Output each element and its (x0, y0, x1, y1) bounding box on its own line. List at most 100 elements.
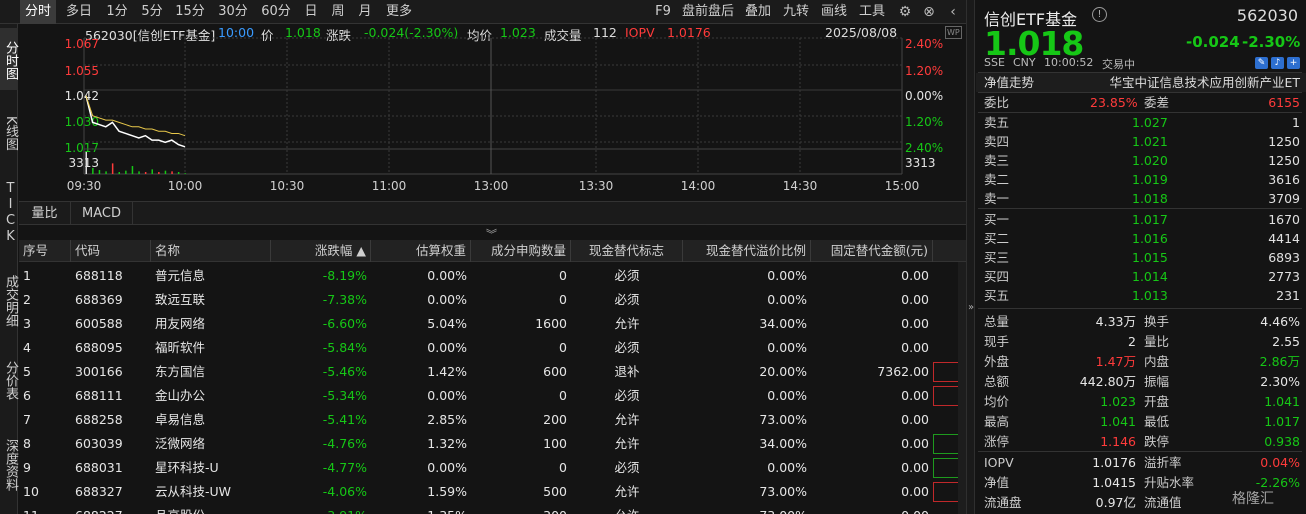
table-row[interactable]: 8 603039 泛微网络 -4.76% 1.32% 100 允许 34.00% 0.00 (19, 432, 966, 456)
tab-month[interactable]: 月 (354, 0, 376, 24)
edit-icon[interactable]: ✎ (1255, 57, 1268, 69)
tab-day[interactable]: 日 (300, 0, 322, 24)
stat-label: 最高 (984, 414, 1010, 429)
stat-label: 溢折率 (1144, 455, 1182, 470)
th-subscribe-qty[interactable]: 成分申购数量 (471, 240, 571, 262)
th-code[interactable]: 代码 (71, 240, 151, 262)
bids-level[interactable]: 买四 1.014 2773 (976, 267, 1306, 286)
overlay-button[interactable]: 叠加 (742, 0, 774, 24)
close-circle-icon[interactable]: ⊗ (920, 3, 938, 21)
pre-post-market-button[interactable]: 盘前盘后 (680, 0, 736, 24)
stat-label: 内盘 (1144, 354, 1170, 369)
period-toolbar: 分时 多日 1分 5分 15分 30分 60分 日 周 月 更多 F9 盘前盘后… (0, 0, 966, 24)
volume-bar (85, 152, 87, 174)
table-row[interactable]: 1 688118 普元信息 -8.19% 0.00% 0 必须 0.00% 0.00 (19, 264, 966, 288)
cell-fixed-amount: 0.00 (901, 412, 929, 427)
add-icon[interactable]: + (1287, 57, 1300, 69)
nav-tick[interactable]: TICK (0, 174, 18, 252)
nav-price-table[interactable]: 分价表 (0, 350, 18, 410)
nav-depth-info[interactable]: 深度资料 (0, 424, 18, 506)
table-row[interactable]: 10 688327 云从科技-UW -4.06% 1.59% 500 允许 73.00% 0.0… (19, 480, 966, 504)
cell-weight: 1.32% (427, 436, 467, 451)
tab-5min[interactable]: 5分 (137, 0, 167, 24)
cell-subscribe-qty: 0 (559, 268, 567, 283)
level-volume: 3709 (1268, 191, 1300, 206)
bids-level[interactable]: 买五 1.013 231 (976, 286, 1306, 305)
th-cash-premium[interactable]: 现金替代溢价比例 (683, 240, 811, 262)
th-change-pct[interactable]: 涨跌幅 ▲ (271, 240, 371, 262)
bids-level[interactable]: 买二 1.016 4414 (976, 229, 1306, 248)
level-volume: 231 (1276, 288, 1300, 303)
asks-level[interactable]: 卖三 1.020 1250 (976, 151, 1306, 170)
tab-multi-day[interactable]: 多日 (61, 0, 97, 24)
stat-value: 4.46% (1260, 314, 1300, 329)
table-row[interactable]: 4 688095 福昕软件 -5.84% 0.00% 0 必须 0.00% 0.00 (19, 336, 966, 360)
tab-1min[interactable]: 1分 (102, 0, 132, 24)
stat-label: 流通盘 (984, 495, 1022, 510)
tab-more[interactable]: 更多 (382, 0, 416, 24)
stat-label: 总量 (984, 314, 1010, 329)
cell-index: 2 (23, 292, 31, 307)
panel-splitter[interactable]: » (966, 0, 975, 514)
chevron-left-icon[interactable]: ‹ (944, 3, 962, 21)
bell-icon[interactable]: ♪ (1271, 57, 1284, 69)
asks-level[interactable]: 卖五 1.027 1 (976, 113, 1306, 132)
cell-code: 688095 (75, 340, 123, 355)
tab-macd[interactable]: MACD (71, 202, 133, 225)
stat-label: 流通值 (1144, 495, 1182, 510)
th-name[interactable]: 名称 (151, 240, 271, 262)
table-scrollbar[interactable] (958, 262, 966, 514)
info-icon[interactable]: ! (1092, 7, 1107, 22)
cell-cash-flag: 必须 (614, 460, 640, 475)
cell-code: 688258 (75, 412, 123, 427)
nav-trade-detail[interactable]: 成交明细 (0, 260, 18, 342)
f9-button[interactable]: F9 (652, 0, 674, 24)
nav-k-line[interactable]: K线图 (0, 102, 18, 164)
nine-turn-button[interactable]: 九转 (780, 0, 812, 24)
table-row[interactable]: 11688227品高股份-3.91%1.35%300允许73.00%0.00 (19, 504, 966, 514)
cell-change-pct: -5.41% (322, 412, 367, 427)
asks-level[interactable]: 卖一 1.018 3709 (976, 189, 1306, 208)
asks-level[interactable]: 卖四 1.021 1250 (976, 132, 1306, 151)
table-row[interactable]: 5 300166 东方国信 -5.46% 1.42% 600 退补 20.00% 7362.00 (19, 360, 966, 384)
table-row[interactable]: 3 600588 用友网络 -6.60% 5.04% 1600 允许 34.00% 0.00 (19, 312, 966, 336)
th-fixed-amount[interactable]: 固定替代金额(元) (811, 240, 933, 262)
table-row[interactable]: 2 688369 致远互联 -7.38% 0.00% 0 必须 0.00% 0.00 (19, 288, 966, 312)
cell-fixed-amount: 7362.00 (877, 364, 929, 379)
cell-fixed-amount: 0.00 (901, 436, 929, 451)
nav-row[interactable]: 净值走势 华宝中证信息技术应用创新产业ET (976, 73, 1306, 92)
volume-bar (171, 171, 173, 174)
th-cash-sub-flag[interactable]: 现金替代标志 (571, 240, 683, 262)
tab-60min[interactable]: 60分 (257, 0, 295, 24)
tab-week[interactable]: 周 (327, 0, 349, 24)
table-row[interactable]: 6 688111 金山办公 -5.34% 0.00% 0 必须 0.00% 0.00 (19, 384, 966, 408)
level-price: 1.020 (1132, 153, 1168, 168)
tab-30min[interactable]: 30分 (214, 0, 252, 24)
stat-label: 现手 (984, 334, 1010, 349)
asks-level[interactable]: 卖二 1.019 3616 (976, 170, 1306, 189)
draw-line-button[interactable]: 画线 (818, 0, 850, 24)
th-index[interactable]: 序号 (19, 240, 71, 262)
table-row[interactable]: 9 688031 星环科技-U -4.77% 0.00% 0 必须 0.00% 0.00 (19, 456, 966, 480)
cell-cash-flag: 必须 (614, 292, 640, 307)
bids-level[interactable]: 买三 1.015 6893 (976, 248, 1306, 267)
level-label: 卖一 (984, 191, 1010, 206)
nav-intraday-chart[interactable]: 分时图 (0, 28, 18, 90)
stat-value: 1.0415 (1092, 475, 1136, 490)
cell-name: 品高股份 (151, 504, 271, 514)
stat-label: 开盘 (1144, 394, 1170, 409)
sep-5 (978, 308, 1302, 309)
th-weight[interactable]: 估算权重 (371, 240, 471, 262)
tab-15min[interactable]: 15分 (172, 0, 208, 24)
gear-icon[interactable]: ⚙ (896, 3, 914, 21)
bids-level[interactable]: 买一 1.017 1670 (976, 210, 1306, 229)
intraday-chart[interactable]: 562030[信创ETF基金] 10:00 价 1.018 涨跌 -0.024(… (19, 24, 966, 200)
tab-volume-ratio[interactable]: 量比 (19, 202, 71, 225)
collapse-chevron-icon[interactable]: » (967, 302, 975, 313)
tools-button[interactable]: 工具 (856, 0, 888, 24)
cell-index: 8 (23, 436, 31, 451)
tab-intraday[interactable]: 分时 (20, 0, 56, 24)
cell-cash-flag: 退补 (614, 364, 640, 379)
table-row[interactable]: 7 688258 卓易信息 -5.41% 2.85% 200 允许 73.00% 0.00 (19, 408, 966, 432)
volume-bar (131, 166, 134, 174)
